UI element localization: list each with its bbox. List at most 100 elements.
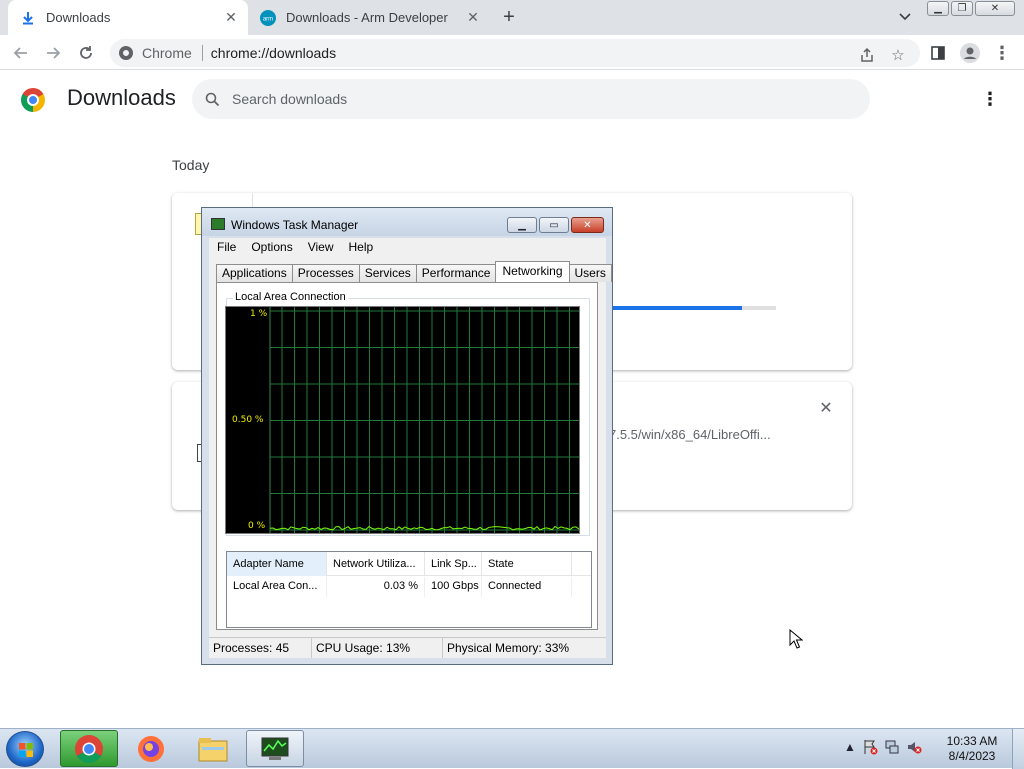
task-manager-window: Windows Task Manager ▁ ▭ ✕ File Options … xyxy=(201,207,613,665)
tab-title: Downloads - Arm Developer xyxy=(286,10,448,25)
clock-date: 8/4/2023 xyxy=(948,749,996,763)
file-explorer-icon xyxy=(198,737,228,761)
tm-maximize-button[interactable]: ▭ xyxy=(539,217,569,233)
y-axis-label: 0 % xyxy=(248,521,266,531)
page-title: Downloads xyxy=(67,85,176,110)
window-controls: ▁ ❐ ✕ xyxy=(927,1,1015,16)
task-manager-body: Applications Processes Services Performa… xyxy=(209,257,612,658)
table-row[interactable]: Local Area Con... 0.03 % 100 Gbps Connec… xyxy=(227,577,591,597)
search-icon xyxy=(192,92,232,107)
tab-processes[interactable]: Processes xyxy=(291,264,360,282)
task-manager-app-icon xyxy=(211,218,225,230)
status-bar: Processes: 45 CPU Usage: 13% Physical Me… xyxy=(209,637,606,658)
taskbar-firefox[interactable] xyxy=(122,730,180,767)
side-panel-icon[interactable] xyxy=(926,41,950,65)
tab-users[interactable]: Users xyxy=(568,264,612,282)
taskbar-chrome[interactable] xyxy=(60,730,118,767)
close-icon[interactable]: ✕ xyxy=(464,9,482,27)
browser-menu-icon[interactable]: ⋮ xyxy=(990,41,1014,65)
window-title: Windows Task Manager xyxy=(231,218,359,232)
tm-close-button[interactable]: ✕ xyxy=(571,217,604,233)
close-icon[interactable]: ✕ xyxy=(222,9,240,27)
menu-file[interactable]: File xyxy=(209,238,243,257)
search-downloads-field[interactable]: Search downloads xyxy=(192,79,870,119)
network-icon[interactable] xyxy=(884,739,900,755)
share-icon[interactable] xyxy=(857,45,877,65)
group-label: Local Area Connection xyxy=(233,291,348,303)
menu-help[interactable]: Help xyxy=(341,238,381,257)
y-axis-label: 1 % xyxy=(250,309,268,319)
tab-downloads[interactable]: Downloads ✕ xyxy=(8,0,248,35)
windows-taskbar: ▲ 10:33 AM 8/4/2023 xyxy=(0,728,1024,769)
omnibox-url[interactable]: chrome://downloads xyxy=(211,45,336,61)
taskbar-task-manager[interactable] xyxy=(246,730,304,767)
chrome-icon xyxy=(75,734,103,763)
mouse-cursor-icon xyxy=(789,629,803,649)
new-tab-button[interactable]: + xyxy=(498,6,520,28)
downloads-header: Downloads Search downloads ⋮ xyxy=(0,71,1024,127)
tab-strip: Downloads ✕ arm Downloads - Arm Develope… xyxy=(0,0,1024,35)
download-icon xyxy=(20,10,36,26)
omnibox-chip-label: Chrome xyxy=(142,45,192,61)
remove-download-close-icon[interactable]: ✕ xyxy=(818,400,834,417)
networking-panel: Local Area Connection 1 % 0.50 % 0 % Ada… xyxy=(216,282,598,630)
window-close-button[interactable]: ✕ xyxy=(975,1,1015,16)
progress-fill xyxy=(612,306,742,310)
col-state[interactable]: State xyxy=(482,552,572,576)
tab-services[interactable]: Services xyxy=(358,264,417,282)
reload-button[interactable] xyxy=(74,41,98,65)
download-url[interactable]: 7.5.5/win/x86_64/LibreOffi... xyxy=(609,427,771,442)
back-button[interactable] xyxy=(9,41,33,65)
menu-options[interactable]: Options xyxy=(243,238,299,257)
show-desktop-button[interactable] xyxy=(1012,729,1024,769)
taskbar-file-explorer[interactable] xyxy=(184,730,242,767)
col-adapter-name[interactable]: Adapter Name xyxy=(227,552,327,576)
tab-bar: Applications Processes Services Performa… xyxy=(216,261,612,282)
menu-view[interactable]: View xyxy=(300,238,341,257)
taskbar-clock[interactable]: 10:33 AM 8/4/2023 xyxy=(940,734,1004,764)
tm-minimize-button[interactable]: ▁ xyxy=(507,217,537,233)
cell-adapter-name: Local Area Con... xyxy=(227,577,327,597)
restore-button[interactable]: ❐ xyxy=(951,1,973,16)
tab-networking[interactable]: Networking xyxy=(495,261,570,282)
chrome-small-icon xyxy=(119,46,133,60)
address-bar[interactable]: Chrome chrome://downloads ☆ xyxy=(110,39,920,67)
task-manager-icon xyxy=(261,737,289,760)
cell-link-speed: 100 Gbps xyxy=(425,577,482,597)
browser-toolbar: Chrome chrome://downloads ☆ ⋮ xyxy=(0,35,1024,70)
tab-arm-developer[interactable]: arm Downloads - Arm Developer ✕ xyxy=(250,0,490,35)
cell-state: Connected xyxy=(482,577,572,597)
tab-applications[interactable]: Applications xyxy=(216,264,293,282)
status-cpu-usage: CPU Usage: 13% xyxy=(312,638,443,658)
windows-logo-icon xyxy=(19,743,33,757)
menu-bar: File Options View Help xyxy=(209,238,606,257)
volume-muted-icon[interactable] xyxy=(906,739,922,755)
col-network-utilization[interactable]: Network Utiliza... xyxy=(327,552,425,576)
chrome-chip: Chrome xyxy=(110,45,192,61)
clock-time: 10:33 AM xyxy=(946,734,998,748)
tab-performance[interactable]: Performance xyxy=(415,264,497,282)
profile-avatar[interactable] xyxy=(958,41,982,65)
download-progress-bar xyxy=(612,306,776,310)
col-link-speed[interactable]: Link Sp... xyxy=(425,552,482,576)
bookmark-star-icon[interactable]: ☆ xyxy=(888,45,908,65)
adapter-table: Adapter Name Network Utiliza... Link Sp.… xyxy=(226,551,592,628)
tab-search-icon[interactable] xyxy=(896,8,914,26)
task-manager-titlebar[interactable]: Windows Task Manager ▁ ▭ ✕ xyxy=(202,208,612,236)
system-tray: ▲ xyxy=(844,739,922,755)
svg-text:arm: arm xyxy=(263,16,273,22)
status-physical-memory: Physical Memory: 33% xyxy=(447,641,570,655)
more-actions-icon[interactable]: ⋮ xyxy=(980,89,1000,109)
search-placeholder: Search downloads xyxy=(232,91,348,107)
firefox-icon xyxy=(138,735,164,762)
action-center-flag-icon[interactable] xyxy=(862,739,878,755)
tab-title: Downloads xyxy=(46,10,111,25)
start-button[interactable] xyxy=(6,731,44,767)
chrome-logo xyxy=(21,88,45,112)
table-header: Adapter Name Network Utiliza... Link Sp.… xyxy=(227,552,591,576)
cell-utilization: 0.03 % xyxy=(327,577,425,597)
arm-icon: arm xyxy=(260,9,276,26)
forward-button[interactable] xyxy=(41,41,65,65)
show-hidden-icons-icon[interactable]: ▲ xyxy=(844,740,856,754)
minimize-button[interactable]: ▁ xyxy=(927,1,949,16)
